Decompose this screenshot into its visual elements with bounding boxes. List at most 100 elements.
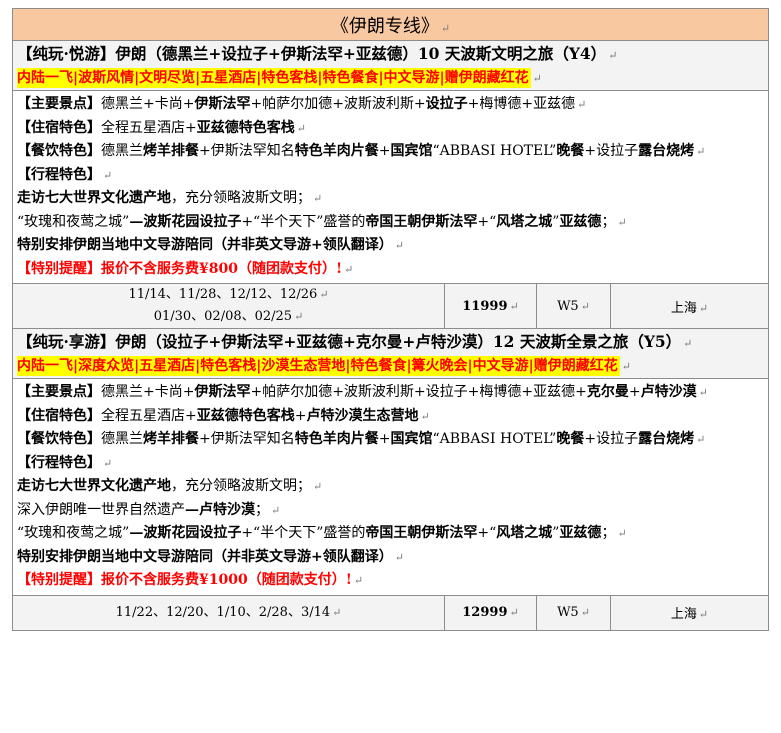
detail-line: 【行程特色】 ↵	[17, 452, 764, 476]
paragraph-mark: ↵	[698, 301, 709, 315]
tour-name: 【纯玩·享游】伊朗（设拉子+伊斯法罕+亚兹德+克尔曼+卢特沙漠）12 天波斯全景…	[17, 331, 764, 355]
detail-line: 走访七大世界文化遗产地，充分领略波斯文明； ↵	[17, 475, 764, 499]
detail-line: 【主要景点】德黑兰+卡尚+伊斯法罕+帕萨尔加德+波斯波利斯+设拉子+梅博德+亚兹…	[17, 381, 764, 405]
detail-text: 走访七大世界文化遗产地	[17, 190, 171, 206]
detail-text: —波斯花园设拉子	[129, 525, 242, 541]
detail-text: +设拉子	[584, 431, 639, 447]
paragraph-mark: ↵	[344, 262, 354, 276]
tour-details: 【主要景点】德黑兰+卡尚+伊斯法罕+帕萨尔加德+波斯波利斯+设拉子+梅博德+亚兹…	[11, 378, 770, 596]
departure-date-line: 01/30、02/08、02/25 ↵	[17, 306, 440, 328]
detail-text: +伊斯法罕知名	[199, 431, 295, 447]
detail-text: +设拉子	[584, 143, 639, 159]
detail-line: 【餐饮特色】德黑兰烤羊排餐+伊斯法罕知名特色羊肉片餐+国宾馆“ABBASI HO…	[17, 140, 764, 164]
paragraph-mark: ↵	[532, 72, 542, 85]
detail-text: 走访七大世界文化遗产地	[17, 478, 171, 494]
tour-price: 11999 ↵	[444, 283, 537, 329]
detail-text: 风塔之城	[496, 525, 553, 541]
title-row: 《伊朗专线》 ↵	[11, 8, 770, 41]
tour-details-row: 【主要景点】德黑兰+卡尚+伊斯法罕+帕萨尔加德+波斯波利斯+设拉子+梅博德+亚兹…	[11, 378, 770, 596]
detail-text: 【行程特色】	[17, 166, 101, 183]
detail-text: 德黑兰+卡尚+	[101, 384, 195, 400]
detail-text: 特别安排伊朗当地中文导游陪同（并非英文导游+领队翻译）	[17, 237, 393, 253]
detail-text: 帝国王朝伊斯法罕	[365, 213, 478, 230]
detail-text: +	[378, 143, 391, 159]
tour-header: 【纯玩·享游】伊朗（设拉子+伊斯法罕+亚兹德+克尔曼+卢特沙漠）12 天波斯全景…	[11, 328, 770, 379]
detail-text: 特别安排伊朗当地中文导游陪同（并非英文导游+领队翻译）	[17, 548, 393, 565]
detail-text: +帕萨尔加德+波斯波利斯+	[250, 96, 426, 112]
detail-text: ，充分领略波斯文明；	[171, 190, 311, 206]
detail-text: “玫瑰和夜莺之城”	[17, 525, 130, 541]
weekday-value: W5	[557, 298, 579, 314]
detail-text: 亚兹德特色客栈	[196, 119, 295, 136]
tour-name: 【纯玩·悦游】伊朗（德黑兰+设拉子+伊斯法罕+亚兹德）10 天波斯文明之旅（Y4…	[17, 43, 764, 67]
detail-text: +伊斯法罕知名	[199, 143, 295, 159]
departure-dates: 11/14、11/28、12/12、12/26 ↵ 01/30、02/08、02/2…	[12, 283, 445, 329]
detail-text: 风塔之城	[496, 213, 553, 230]
departure-date: 11/14、11/28、12/12、12/26	[128, 287, 318, 302]
paragraph-mark: ↵	[621, 360, 631, 373]
detail-line: 【特别提醒】报价不含服务费¥1000（随团款支付）! ↵	[17, 569, 764, 593]
departure-date-line: 11/22、12/20、1/10、2/28、3/14 ↵	[17, 602, 440, 624]
detail-text: 晚餐	[556, 431, 585, 447]
detail-text: 特色羊肉片餐	[294, 143, 379, 159]
paragraph-mark: ↵	[420, 409, 430, 423]
detail-line: 深入伊朗唯一世界自然遗产—卢特沙漠； ↵	[17, 499, 764, 523]
detail-text: ；	[255, 501, 269, 518]
detail-text: 帝国王朝伊斯法罕	[365, 525, 478, 541]
detail-text: 设拉子	[425, 96, 468, 112]
departure-date: 11/22、12/20、1/10、2/28、3/14	[115, 604, 331, 620]
detail-text: ；	[601, 213, 616, 230]
departure-city: 上海 ↵	[609, 283, 770, 329]
itinerary-table: 《伊朗专线》 ↵ 【纯玩·悦游】伊朗（德黑兰+设拉子+伊斯法罕+亚兹德）10 天波…	[11, 8, 770, 631]
detail-text: 烤羊排餐	[143, 431, 199, 447]
detail-text: 德黑兰	[101, 431, 143, 447]
detail-text: +“半个天下”盛誉的	[241, 525, 366, 541]
paragraph-mark: ↵	[332, 605, 342, 619]
departure-dates: 11/22、12/20、1/10、2/28、3/14 ↵	[12, 594, 445, 631]
detail-text: “玫瑰和夜莺之城”	[17, 213, 130, 230]
paragraph-mark: ↵	[580, 606, 590, 619]
city-value: 上海	[670, 300, 697, 316]
detail-text: “ABBASI HOTEL”	[432, 143, 557, 159]
tour-header-row: 【纯玩·悦游】伊朗（德黑兰+设拉子+伊斯法罕+亚兹德）10 天波斯文明之旅（Y4…	[11, 40, 770, 91]
detail-text: 卢特沙漠生态营地	[306, 407, 419, 424]
tour-name-text: 【纯玩·享游】伊朗（设拉子+伊斯法罕+亚兹德+克尔曼+卢特沙漠）12 天波斯全景…	[17, 332, 682, 351]
page-title: 《伊朗专线》 ↵	[11, 8, 770, 41]
detail-line: 特别安排伊朗当地中文导游陪同（并非英文导游+领队翻译） ↵	[17, 234, 764, 258]
paragraph-mark: ↵	[577, 98, 587, 111]
tour-details: 【主要景点】德黑兰+卡尚+伊斯法罕+帕萨尔加德+波斯波利斯+设拉子+梅博德+亚兹…	[11, 90, 770, 284]
tour-highlights-line: 内陆一飞|深度众览|五星酒店|特色客栈|沙漠生态营地|特色餐食|篝火晚会|中文导…	[17, 355, 764, 376]
detail-text: 国宾馆	[390, 143, 433, 159]
paragraph-mark: ↵	[617, 215, 627, 229]
paragraph-mark: ↵	[103, 456, 113, 470]
detail-text: 全程五星酒店+	[101, 119, 197, 136]
detail-text: 德黑兰+卡尚+	[101, 96, 195, 112]
detail-text: 深入伊朗唯一世界自然遗产	[17, 501, 185, 518]
departure-city: 上海 ↵	[609, 594, 770, 631]
tour-header: 【纯玩·悦游】伊朗（德黑兰+设拉子+伊斯法罕+亚兹德）10 天波斯文明之旅（Y4…	[11, 40, 770, 91]
tour-highlights: 内陆一飞|波斯风情|文明尽览|五星酒店|特色客栈|特色餐食|中文导游|赠伊朗藏红…	[17, 68, 531, 88]
detail-text: 晚餐	[556, 143, 585, 159]
tour-highlights-line: 内陆一飞|波斯风情|文明尽览|五星酒店|特色客栈|特色餐食|中文导游|赠伊朗藏红…	[17, 67, 764, 88]
special-reminder: 【特别提醒】报价不含服务费¥1000（随团款支付）!	[17, 572, 352, 588]
document-page: 《伊朗专线》 ↵ 【纯玩·悦游】伊朗（德黑兰+设拉子+伊斯法罕+亚兹德）10 天波…	[11, 8, 770, 631]
detail-line: 【行程特色】 ↵	[17, 164, 764, 188]
paragraph-mark: ↵	[394, 239, 404, 252]
paragraph-mark: ↵	[580, 299, 590, 313]
detail-text: —卢特沙漠	[185, 501, 255, 518]
detail-text: +帕萨尔加德+波斯波利斯+设拉子+梅博德+亚兹德+	[250, 384, 587, 400]
paragraph-mark: ↵	[353, 574, 364, 587]
detail-line: 走访七大世界文化遗产地，充分领略波斯文明； ↵	[17, 187, 764, 211]
detail-text: +“半个天下”盛誉的	[241, 213, 366, 230]
tour-price-row: 11/14、11/28、12/12、12/26 ↵ 01/30、02/08、02/2…	[12, 283, 770, 329]
detail-text: 克尔曼	[586, 384, 629, 400]
detail-text: 全程五星酒店+	[101, 407, 197, 424]
tour-name-text: 【纯玩·悦游】伊朗（德黑兰+设拉子+伊斯法罕+亚兹德）10 天波斯文明之旅（Y4…	[17, 44, 607, 63]
detail-text: +	[378, 431, 391, 447]
detail-text: 伊斯法罕	[194, 96, 251, 112]
tour-price-row: 11/22、12/20、1/10、2/28、3/14 ↵ 12999 ↵ W5 ↵ 上海 ↵	[12, 594, 770, 631]
price-value: 11999	[462, 298, 508, 314]
detail-text: 亚兹德	[559, 525, 602, 541]
price-value: 12999	[462, 605, 508, 620]
paragraph-mark: ↵	[696, 433, 706, 446]
